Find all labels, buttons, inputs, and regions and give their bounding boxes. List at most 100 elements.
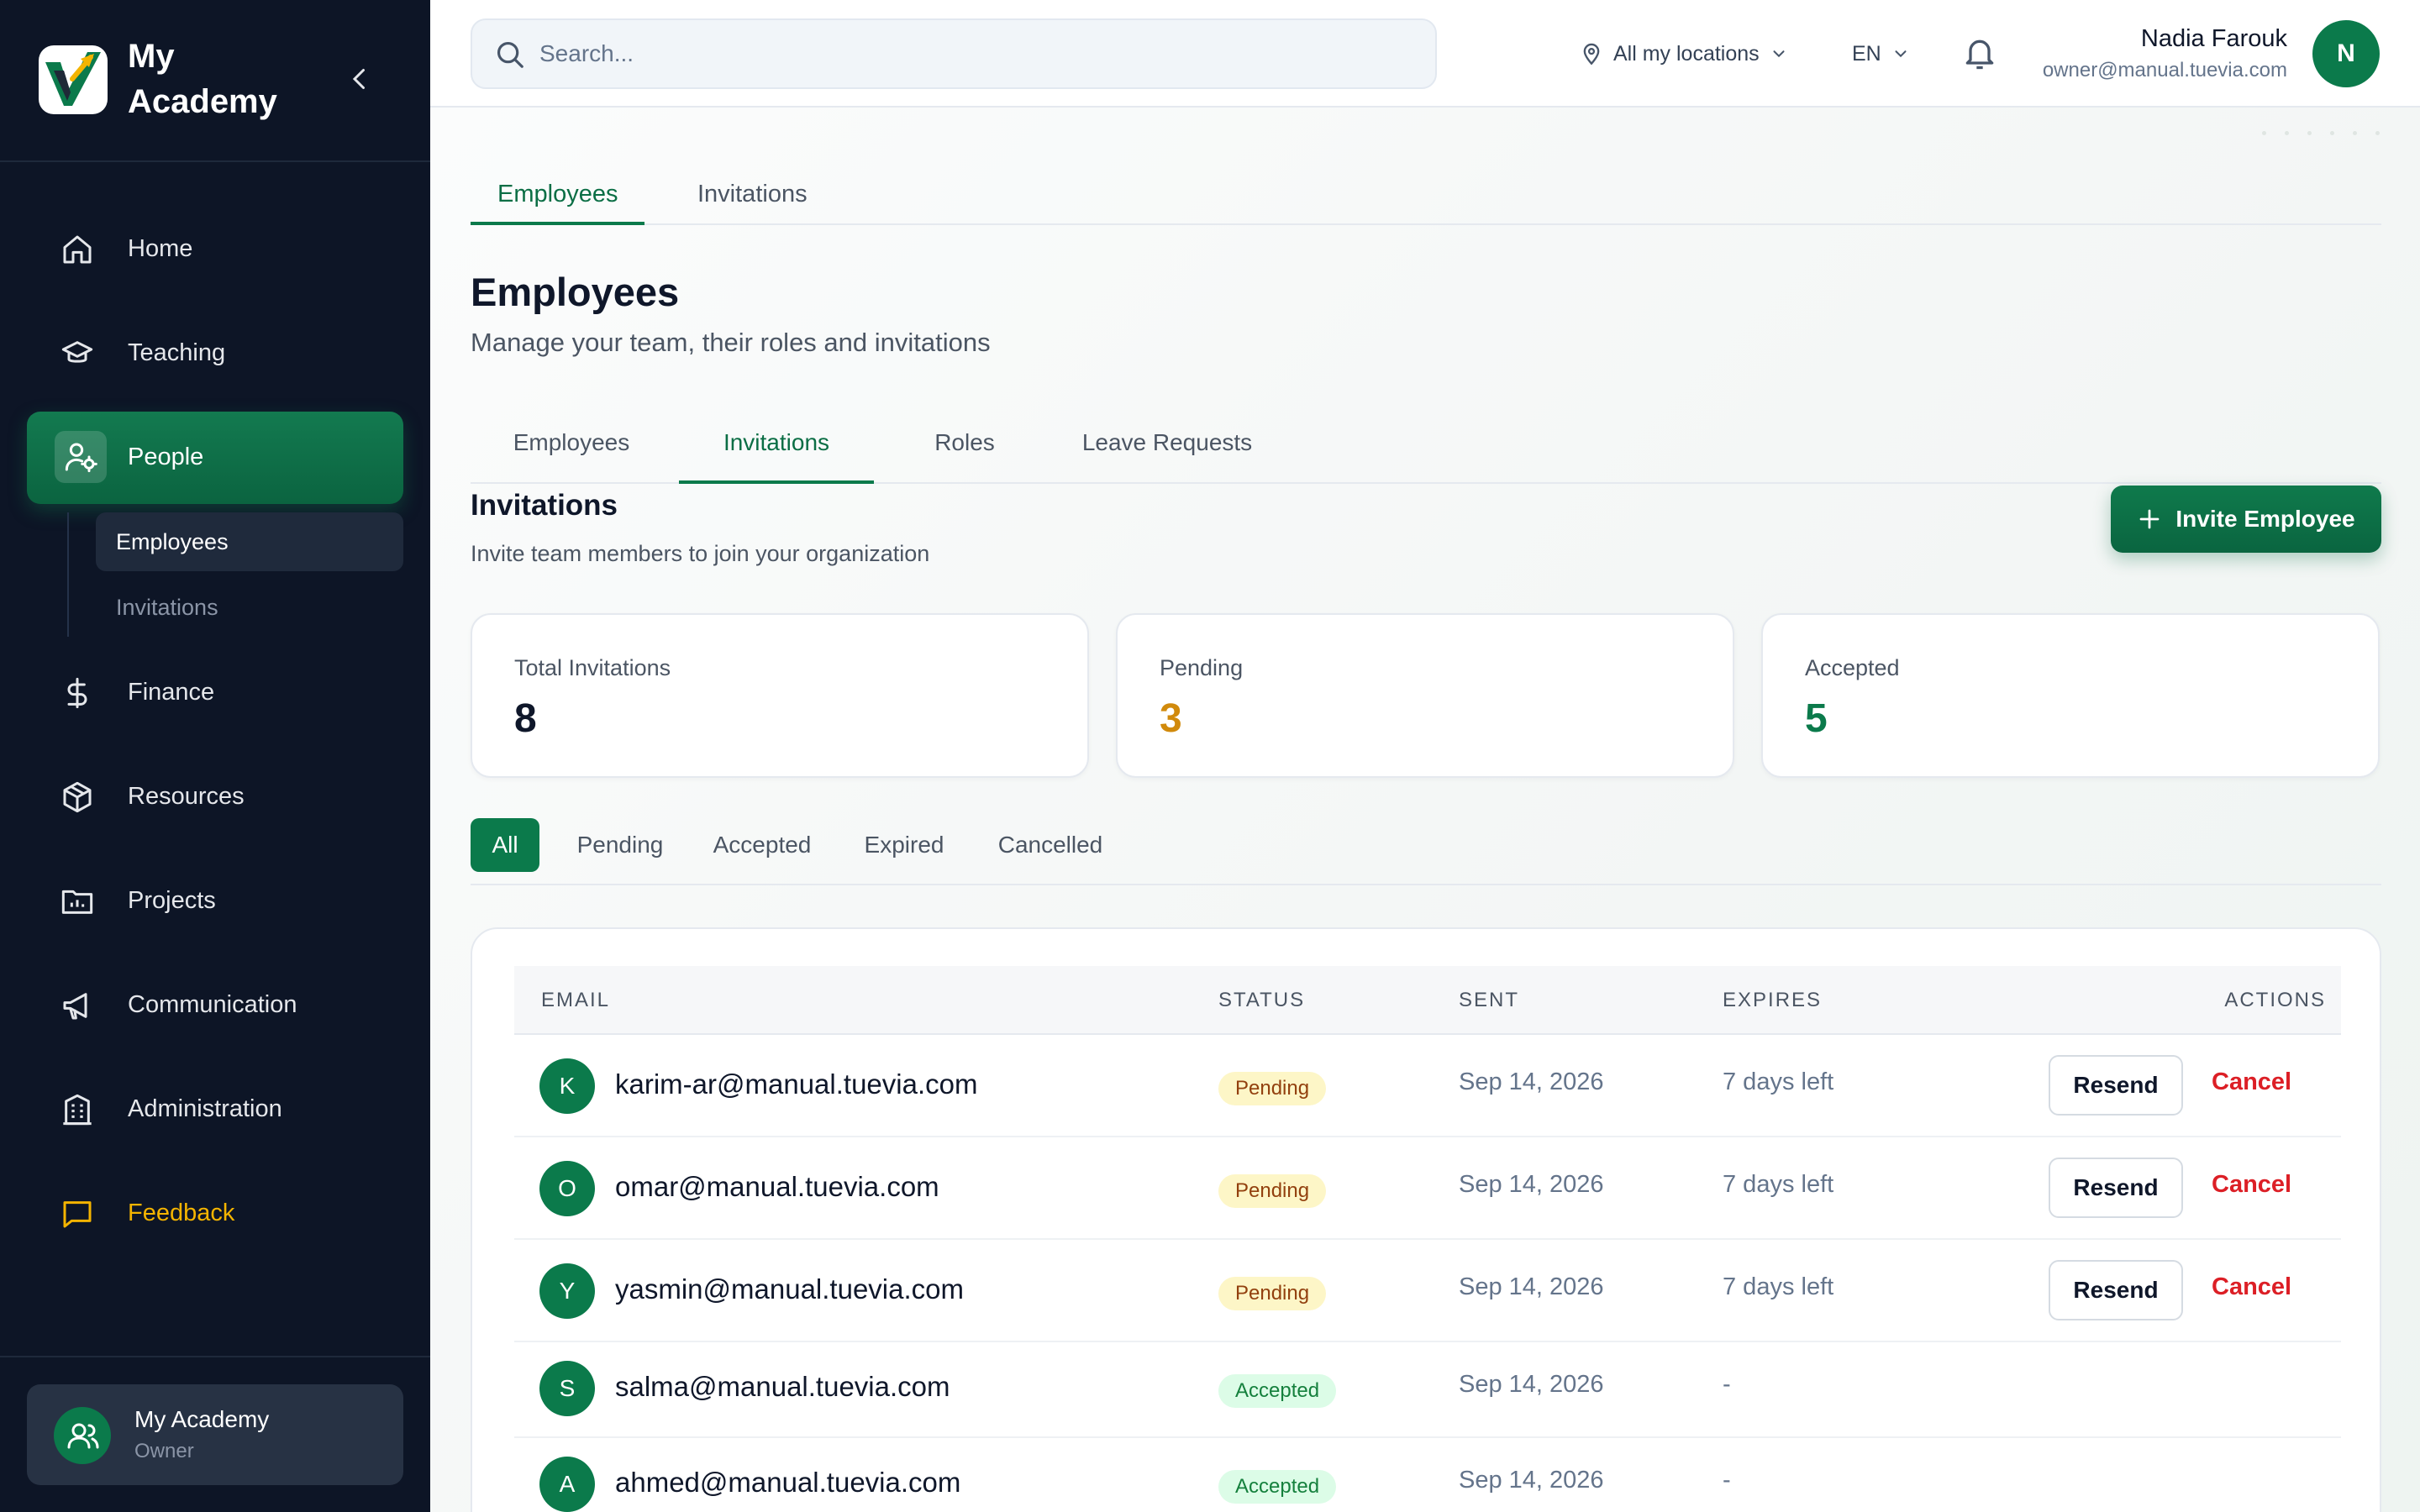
invitations-table: EMAIL STATUS SENT EXPIRES ACTIONS K kari… [471,927,2381,1512]
column-expires[interactable]: EXPIRES [1723,966,1822,1035]
table-row: A ahmed@manual.tuevia.com Accepted Sep 1… [514,1438,2341,1512]
sidebar-item-finance[interactable]: Finance [27,647,403,739]
column-email[interactable]: EMAIL [541,966,610,1035]
bell-icon[interactable] [1961,35,1998,72]
sidebar-divider [0,1356,430,1357]
section-tab-leave-requests[interactable]: Leave Requests [1054,402,1281,484]
filter-expired[interactable]: Expired [850,818,958,872]
decorative-dots [2262,131,2380,135]
status-badge: Accepted [1218,1470,1337,1504]
section-tab-roles[interactable]: Roles [901,402,1028,484]
invitee-email: yasmin@manual.tuevia.com [615,1273,964,1305]
section-title: Invitations [471,489,618,522]
location-label: All my locations [1613,41,1760,66]
expires: 7 days left [1723,1171,1834,1198]
sidebar-item-administration[interactable]: Administration [27,1063,403,1156]
megaphone-icon [60,989,94,1022]
sidebar-item-communication[interactable]: Communication [27,959,403,1052]
invitee-email: salma@manual.tuevia.com [615,1371,950,1402]
sidebar-item-label: Finance [128,679,215,706]
invite-employee-button[interactable]: Invite Employee [2111,486,2381,553]
user-avatar[interactable]: N [2312,20,2380,87]
dollar-icon [60,676,94,710]
folder-chart-icon [60,885,94,918]
cancel-button[interactable]: Cancel [2212,1171,2291,1199]
sidebar-item-label: People [128,444,204,470]
column-status[interactable]: STATUS [1218,966,1305,1035]
expires: 7 days left [1723,1068,1834,1095]
chevron-down-icon [1770,45,1788,63]
stat-label: Total Invitations [514,655,671,680]
sidebar-item-label: Communication [128,991,297,1018]
section-tab-invitations[interactable]: Invitations [679,402,874,484]
section-subtitle: Invite team members to join your organiz… [471,541,930,566]
section-tab-employees[interactable]: Employees [471,402,672,484]
sidebar-item-label: Administration [128,1095,282,1122]
graduation-cap-icon [60,337,94,370]
tab-employees[interactable]: Employees [471,163,645,225]
sent-date: Sep 14, 2026 [1459,1273,1604,1300]
tab-invitations[interactable]: Invitations [671,163,834,225]
table-row: K karim-ar@manual.tuevia.com Pending Sep… [514,1035,2341,1137]
column-actions: ACTIONS [2224,989,2326,1011]
search-input[interactable] [539,20,1413,87]
stat-value: 8 [514,696,537,741]
column-sent[interactable]: SENT [1459,966,1519,1035]
language-label: EN [1852,41,1881,66]
sidebar-item-label: Home [128,235,193,262]
resend-button[interactable]: Resend [2049,1158,2183,1218]
expires: 7 days left [1723,1273,1834,1300]
stat-card-total: Total Invitations 8 [471,613,1089,778]
resend-button[interactable]: Resend [2049,1055,2183,1116]
search-box[interactable] [471,18,1437,89]
message-square-icon [60,1197,94,1231]
cancel-button[interactable]: Cancel [2212,1273,2291,1301]
sidebar-item-teaching[interactable]: Teaching [27,307,403,400]
sidebar-item-projects[interactable]: Projects [27,855,403,948]
stat-card-pending: Pending 3 [1116,613,1734,778]
sidebar-item-resources[interactable]: Resources [27,751,403,843]
account-name: My Academy [134,1406,270,1432]
section-tabs: Employees Invitations Roles Leave Reques… [471,402,2381,484]
sidebar-item-feedback[interactable]: Feedback [27,1168,403,1260]
status-badge: Pending [1218,1072,1327,1105]
account-switcher[interactable]: My Academy Owner [27,1384,403,1485]
plus-icon [2137,507,2162,532]
cancel-button[interactable]: Cancel [2212,1068,2291,1096]
table-row: O omar@manual.tuevia.com Pending Sep 14,… [514,1137,2341,1240]
language-selector[interactable]: EN [1852,35,1910,72]
filter-pending[interactable]: Pending [565,818,676,872]
collapse-sidebar-icon[interactable] [345,64,375,94]
user-email: owner@manual.tuevia.com [2042,59,2287,81]
expires: - [1723,1371,1731,1398]
sidebar-item-people[interactable]: People [27,412,403,504]
filter-cancelled[interactable]: Cancelled [983,818,1118,872]
sidebar-item-label: Resources [128,783,245,810]
stat-card-accepted: Accepted 5 [1761,613,2380,778]
filter-all[interactable]: All [471,818,539,872]
invitee-email: karim-ar@manual.tuevia.com [615,1068,978,1100]
location-selector[interactable]: All my locations [1580,35,1788,72]
top-tabs: Employees Invitations [471,163,2381,225]
subnav-item-employees[interactable]: Employees [96,512,403,571]
status-badge: Accepted [1218,1374,1337,1408]
invitee-email: ahmed@manual.tuevia.com [615,1467,961,1498]
stat-label: Accepted [1805,655,1900,680]
topbar: All my locations EN Nadia Farouk owner@m… [430,0,2420,108]
subnav-item-invitations[interactable]: Invitations [96,578,403,637]
user-cog-icon [64,440,97,474]
filter-accepted[interactable]: Accepted [699,818,825,872]
invitee-avatar: Y [539,1263,595,1319]
resend-button[interactable]: Resend [2049,1260,2183,1320]
stat-value: 3 [1160,696,1182,741]
stat-label: Pending [1160,655,1244,680]
search-icon [494,39,526,71]
box-icon [60,780,94,814]
sidebar-item-label: Feedback [128,1200,235,1226]
academy-logo[interactable] [39,45,108,114]
sidebar-item-home[interactable]: Home [27,203,403,296]
page-title: Employees [471,270,680,314]
status-badge: Pending [1218,1277,1327,1310]
table-header: EMAIL STATUS SENT EXPIRES ACTIONS [514,966,2341,1035]
invite-button-label: Invite Employee [2175,506,2355,532]
